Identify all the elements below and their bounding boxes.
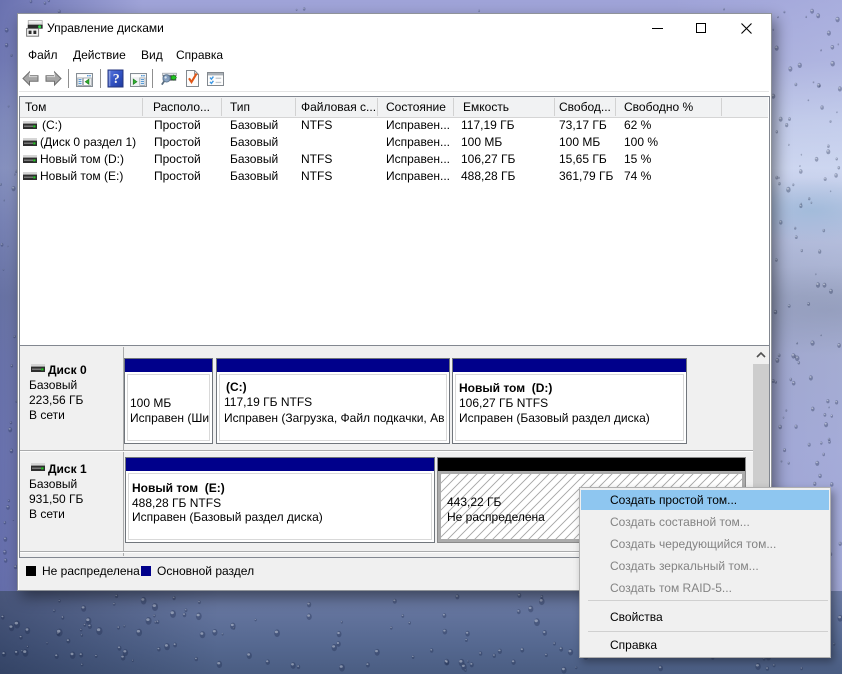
- svg-text:?: ?: [113, 72, 120, 87]
